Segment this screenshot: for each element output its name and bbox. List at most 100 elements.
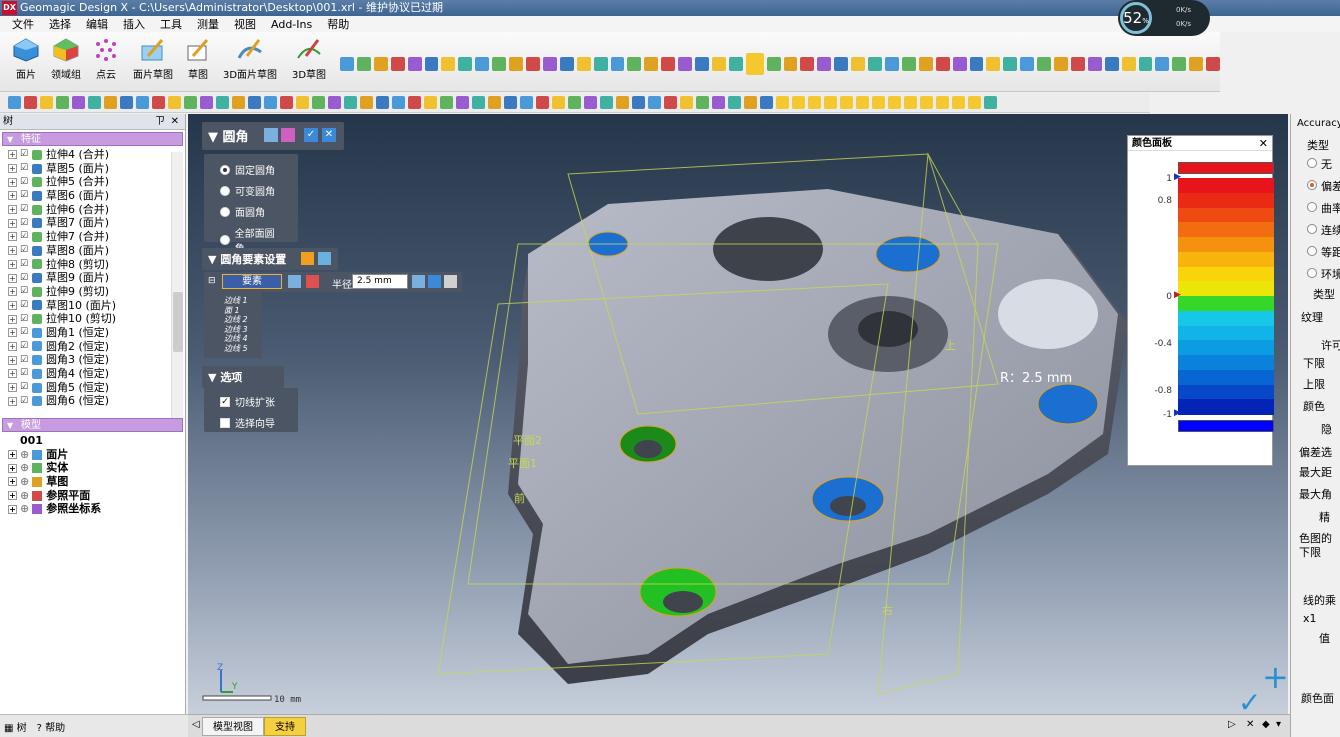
expand-icon[interactable]: + — [8, 205, 17, 215]
tab-close-icon[interactable]: ✕ — [1246, 719, 1254, 730]
view-tool-icon[interactable] — [56, 96, 69, 109]
ribbon-tool-icon[interactable] — [834, 57, 849, 71]
ribbon-tool-icon[interactable] — [918, 57, 933, 71]
palette-close-icon[interactable]: ✕ — [1259, 137, 1268, 150]
radio-icon[interactable] — [220, 164, 230, 175]
view-tool-icon[interactable] — [584, 96, 597, 109]
view-tool-icon[interactable] — [888, 96, 901, 109]
ribbon-tool-icon[interactable] — [407, 57, 422, 71]
palette-marker-icon[interactable]: ▶ — [1174, 408, 1181, 418]
ribbon-tool-icon[interactable] — [390, 57, 405, 71]
view-tool-icon[interactable] — [216, 96, 229, 109]
view-tool-icon[interactable] — [248, 96, 261, 109]
option-checkbox[interactable]: ✓ 切线扩张 — [204, 391, 298, 412]
expand-icon[interactable]: + — [8, 314, 17, 324]
view-tool-icon[interactable] — [680, 96, 693, 109]
feature-row[interactable]: + ☑ 拉伸6 (合并) — [0, 203, 171, 217]
feature-row[interactable]: + ☑ 圆角3 (恒定) — [0, 353, 171, 367]
radio-icon[interactable] — [1307, 224, 1317, 234]
visibility-check-icon[interactable]: ☑ — [20, 355, 29, 365]
feature-row[interactable]: + ☑ 圆角1 (恒定) — [0, 326, 171, 340]
view-tool-icon[interactable] — [952, 96, 965, 109]
ribbon-tool-icon[interactable] — [1104, 57, 1119, 71]
type-option[interactable]: 偏差 — [1307, 178, 1340, 194]
view-tool-icon[interactable] — [440, 96, 453, 109]
visibility-check-icon[interactable]: ☑ — [20, 383, 29, 392]
settings-icon[interactable] — [318, 252, 331, 265]
add-element-icon[interactable] — [301, 252, 314, 265]
expand-icon[interactable]: + — [8, 150, 17, 160]
view-tool-icon[interactable] — [344, 96, 357, 109]
element-item[interactable]: 边线 2 — [204, 315, 262, 325]
tab-help[interactable]: ? 帮助 — [37, 719, 66, 734]
expand-icon[interactable]: + — [8, 246, 17, 256]
feature-row[interactable]: + ☑ 圆角2 (恒定) — [0, 340, 171, 354]
tab-prev-icon[interactable]: ◁ — [192, 719, 200, 730]
expand-icon[interactable]: + — [8, 369, 17, 379]
view-tool-icon[interactable] — [936, 96, 949, 109]
view-tool-icon[interactable] — [872, 96, 885, 109]
fillet-type-option[interactable]: 可变圆角 — [204, 180, 298, 201]
ribbon-tool-icon[interactable] — [868, 57, 882, 71]
element-item[interactable]: 边线 3 — [204, 325, 262, 335]
view-tool-icon[interactable] — [744, 96, 757, 109]
expand-icon[interactable]: + — [8, 232, 17, 242]
view-tool-icon[interactable] — [360, 96, 373, 109]
ribbon-tool-icon[interactable] — [745, 53, 764, 75]
visibility-check-icon[interactable]: ☑ — [20, 191, 29, 200]
ribbon-tool-icon[interactable] — [1070, 57, 1085, 71]
tab-tree[interactable]: ▦ 树 — [4, 719, 27, 734]
palette-marker-icon[interactable]: ▶ — [1174, 290, 1181, 300]
ribbon-tool-icon[interactable] — [373, 57, 388, 71]
expand-icon[interactable]: + — [8, 273, 17, 283]
expand-icon[interactable]: + — [8, 328, 17, 338]
feature-row[interactable]: + ☑ 草图9 (面片) — [0, 271, 171, 285]
tab-nav-icon[interactable]: ◆ — [1262, 719, 1270, 730]
visibility-check-icon[interactable]: ☑ — [20, 164, 29, 173]
view-tool-icon[interactable] — [712, 96, 725, 109]
checkbox-icon[interactable] — [220, 417, 230, 428]
feature-row[interactable]: + ☑ 拉伸7 (合并) — [0, 230, 171, 244]
radio-icon[interactable] — [220, 185, 230, 196]
menu-item[interactable]: 文件 — [12, 16, 34, 32]
view-tool-icon[interactable] — [776, 96, 789, 109]
feature-row[interactable]: + ☑ 草图6 (面片) — [0, 189, 171, 203]
visibility-icon[interactable]: ⊕ — [20, 448, 29, 462]
ribbon-tool-icon[interactable] — [817, 57, 832, 71]
view-tool-icon[interactable] — [664, 96, 677, 109]
preview-deviation-icon[interactable] — [281, 128, 295, 142]
view-tool-icon[interactable] — [808, 96, 821, 109]
element-option-icon[interactable] — [288, 275, 301, 288]
view-tool-icon[interactable] — [232, 96, 245, 109]
view-tool-icon[interactable] — [184, 96, 197, 109]
view-tool-icon[interactable] — [488, 96, 501, 109]
feature-row[interactable]: + ☑ 拉伸9 (剪切) — [0, 285, 171, 299]
ribbon-tool-icon[interactable] — [424, 57, 439, 71]
radio-icon[interactable] — [1307, 246, 1317, 256]
visibility-check-icon[interactable]: ☑ — [20, 300, 29, 310]
model-row[interactable]: + ⊕ 草图 — [0, 475, 185, 489]
view-tool-icon[interactable] — [824, 96, 837, 109]
close-icon[interactable]: ✕ — [171, 114, 179, 130]
element-item[interactable]: 边线 5 — [204, 344, 262, 354]
model-row[interactable]: + ⊕ 参照坐标系 — [0, 502, 185, 516]
visibility-check-icon[interactable]: ☑ — [20, 273, 29, 283]
ribbon-tool-icon[interactable] — [969, 57, 984, 71]
view-tool-icon[interactable] — [168, 96, 181, 109]
view-tool-icon[interactable] — [904, 96, 917, 109]
visibility-check-icon[interactable]: ☑ — [20, 150, 29, 159]
expand-icon[interactable]: + — [8, 218, 17, 228]
menu-item[interactable]: 视图 — [234, 16, 256, 32]
view-tool-icon[interactable] — [152, 96, 165, 109]
palette-marker-icon[interactable]: ▶ — [1174, 172, 1181, 182]
radio-icon[interactable] — [1307, 202, 1317, 212]
view-tool-icon[interactable] — [632, 96, 645, 109]
cancel-icon[interactable]: ✕ — [322, 128, 336, 142]
ribbon-point-cloud-button[interactable]: 点云 — [82, 38, 130, 81]
visibility-icon[interactable]: ⊕ — [20, 502, 29, 516]
view-tool-icon[interactable] — [136, 96, 149, 109]
element-item[interactable]: 边线 1 — [204, 296, 262, 306]
ribbon-tool-icon[interactable] — [610, 57, 625, 71]
tab-next-icon[interactable]: ▷ — [1228, 719, 1236, 730]
radius-picker-icon[interactable] — [444, 275, 457, 288]
